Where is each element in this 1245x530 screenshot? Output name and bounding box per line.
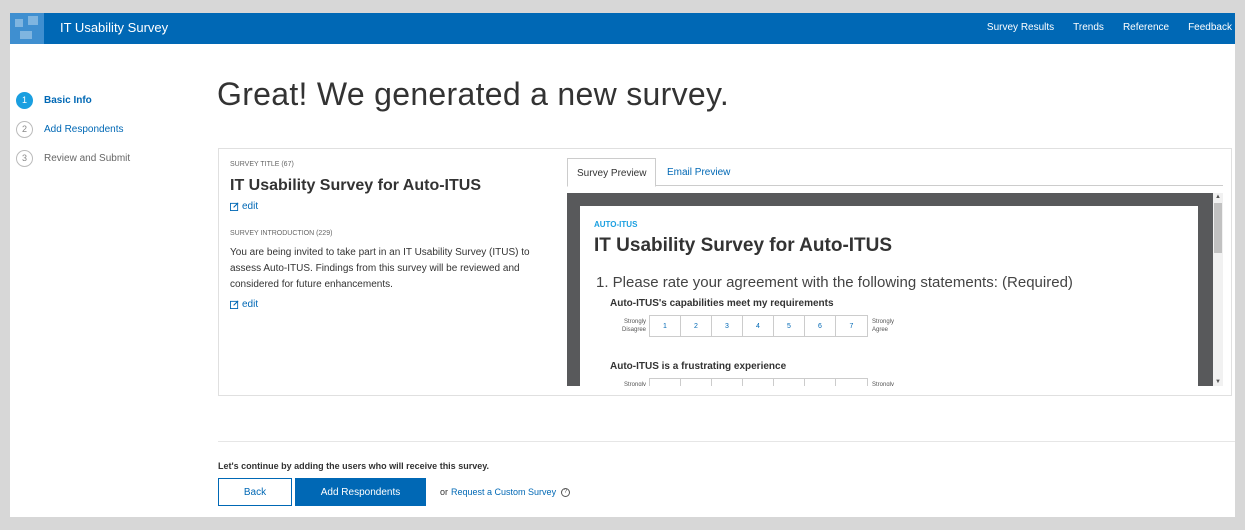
step-label: Add Respondents — [44, 123, 124, 135]
scroll-thumb[interactable] — [1214, 203, 1222, 253]
rating-option[interactable]: 4 — [743, 379, 774, 386]
page-title: Great! We generated a new survey. — [217, 76, 730, 112]
edit-label: edit — [242, 201, 259, 212]
tab-survey-preview[interactable]: Survey Preview — [567, 158, 657, 187]
rating-option[interactable]: 1 — [650, 379, 681, 386]
scroll-up-icon[interactable]: ▲ — [1215, 194, 1221, 200]
step-list: 1 Basic Info 2 Add Respondents 3 Review … — [16, 91, 130, 178]
step-number: 3 — [16, 149, 33, 167]
rating-option[interactable]: 3 — [712, 379, 743, 386]
step-add-respondents[interactable]: 2 Add Respondents — [16, 120, 130, 138]
survey-card: SURVEY TITLE (67) IT Usability Survey fo… — [218, 148, 1232, 396]
help-icon[interactable]: ? — [561, 487, 571, 497]
app-logo-icon — [10, 13, 44, 44]
step-basic-info[interactable]: 1 Basic Info — [16, 91, 130, 109]
survey-details: SURVEY TITLE (67) IT Usability Survey fo… — [230, 161, 550, 310]
add-respondents-button[interactable]: Add Respondents — [295, 478, 426, 506]
rating-option[interactable]: 3 — [712, 316, 743, 336]
survey-intro-label: SURVEY INTRODUCTION (229) — [230, 230, 333, 237]
tab-email-preview[interactable]: Email Preview — [658, 158, 739, 187]
preview-scrollbar[interactable]: ▲ ▼ — [1213, 193, 1223, 386]
edit-title-link[interactable]: edit — [230, 201, 550, 212]
rating-option[interactable]: 6 — [805, 316, 836, 336]
rating-option[interactable]: 4 — [743, 316, 774, 336]
top-nav: Survey Results Trends Reference Feedback — [987, 22, 1232, 33]
edit-label: edit — [242, 299, 259, 310]
survey-title-label: SURVEY TITLE (67) — [230, 161, 294, 168]
custom-survey-row: or Request a Custom Survey ? — [440, 487, 571, 497]
rating-option[interactable]: 5 — [774, 379, 805, 386]
step-label: Basic Info — [44, 94, 92, 106]
rating-option[interactable]: 1 — [650, 316, 681, 336]
app-frame: IT Usability Survey Survey Results Trend… — [10, 13, 1235, 517]
nav-feedback[interactable]: Feedback — [1188, 22, 1232, 33]
scale-left-label: Strongly Disagree — [621, 319, 646, 333]
request-custom-survey-link[interactable]: Request a Custom Survey — [451, 487, 556, 497]
top-bar: IT Usability Survey Survey Results Trend… — [10, 13, 1235, 44]
continue-text: Let's continue by adding the users who w… — [218, 461, 490, 471]
rating-option[interactable]: 6 — [805, 379, 836, 386]
preview-brand: AUTO-ITUS — [594, 220, 638, 229]
edit-icon — [230, 300, 239, 309]
preview-question: 1. Please rate your agreement with the f… — [596, 274, 1073, 291]
rating-option[interactable]: 7 — [836, 316, 867, 336]
step-review-submit: 3 Review and Submit — [16, 149, 130, 167]
rating-scale: Strongly Disagree 1 2 3 4 5 6 7 Strongly… — [610, 378, 908, 386]
rating-option[interactable]: 5 — [774, 316, 805, 336]
nav-survey-results[interactable]: Survey Results — [987, 22, 1054, 33]
back-button[interactable]: Back — [218, 478, 292, 506]
survey-title: IT Usability Survey for Auto-ITUS — [230, 177, 481, 194]
scroll-down-icon[interactable]: ▼ — [1215, 379, 1221, 385]
nav-trends[interactable]: Trends — [1073, 22, 1104, 33]
preview-statement: Auto-ITUS is a frustrating experience — [610, 361, 787, 372]
preview-tabs: Survey Preview Email Preview — [567, 158, 1223, 187]
edit-intro-link[interactable]: edit — [230, 299, 550, 310]
divider — [218, 441, 1235, 442]
step-label: Review and Submit — [44, 152, 131, 164]
preview-statement: Auto-ITUS's capabilities meet my require… — [610, 298, 834, 309]
scale-right-label: Strongly Agree — [872, 382, 895, 386]
preview-title: IT Usability Survey for Auto-ITUS — [594, 235, 893, 256]
survey-intro-text: You are being invited to take part in an… — [230, 247, 530, 290]
step-number: 2 — [16, 120, 33, 138]
app-title[interactable]: IT Usability Survey — [60, 20, 168, 35]
rating-option[interactable]: 2 — [681, 379, 712, 386]
scale-left-label: Strongly Disagree — [623, 382, 646, 386]
scale-right-label: Strongly Agree — [872, 319, 895, 333]
preview-page: AUTO-ITUS IT Usability Survey for Auto-I… — [580, 206, 1198, 386]
step-number: 1 — [16, 91, 33, 109]
rating-option[interactable]: 7 — [836, 379, 867, 387]
rating-scale: Strongly Disagree 1 2 3 4 5 6 7 Strongly… — [610, 315, 908, 337]
rating-option[interactable]: 2 — [681, 316, 712, 336]
edit-icon — [230, 202, 239, 211]
nav-reference[interactable]: Reference — [1123, 22, 1169, 33]
survey-preview-pane: AUTO-ITUS IT Usability Survey for Auto-I… — [567, 193, 1213, 386]
or-text: or — [440, 487, 449, 497]
